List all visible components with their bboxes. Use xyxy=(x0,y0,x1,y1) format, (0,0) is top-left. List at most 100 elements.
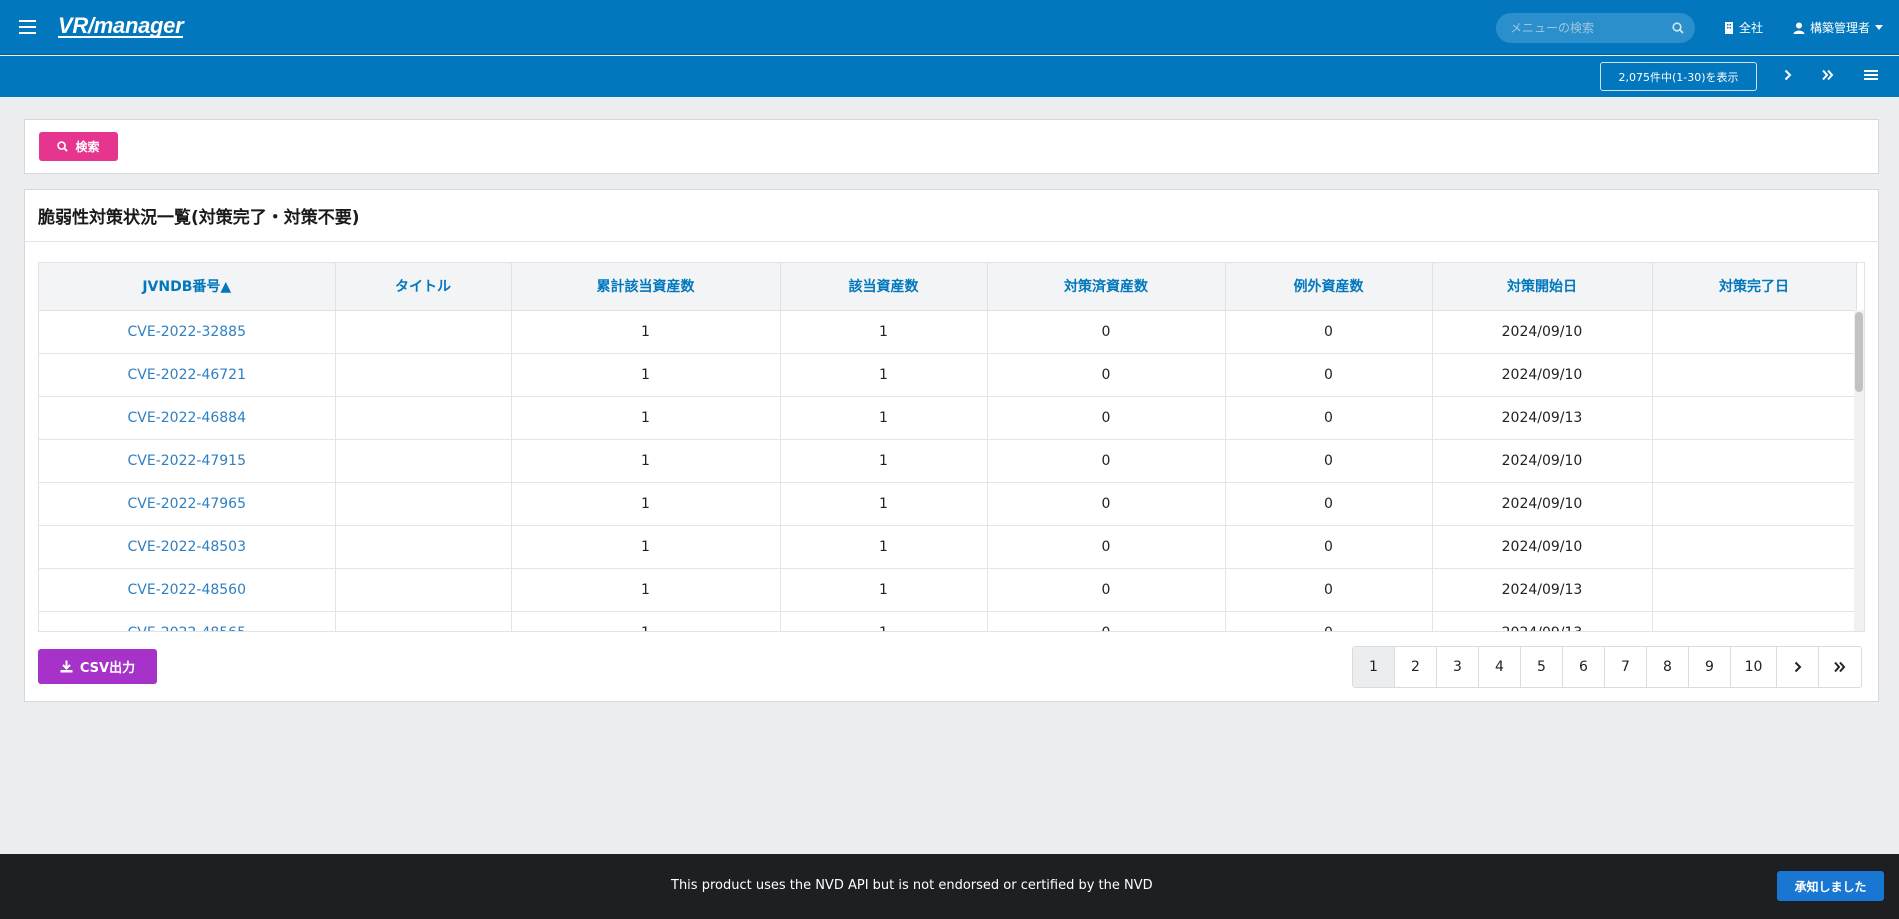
column-header-exception-assets[interactable]: 例外資産数 xyxy=(1225,263,1433,311)
affected-cell: 1 xyxy=(780,611,988,631)
cumulative-cell: 1 xyxy=(511,439,781,483)
page-1-link[interactable]: 1 xyxy=(1353,647,1395,687)
title-cell xyxy=(335,353,512,397)
cumulative-cell: 1 xyxy=(511,353,781,397)
jvndb-link[interactable]: CVE-2022-48565 xyxy=(39,611,336,631)
table-scrollbar-thumb[interactable] xyxy=(1855,312,1863,392)
title-cell xyxy=(335,482,512,526)
list-menu-icon[interactable] xyxy=(1864,66,1878,85)
search-panel xyxy=(24,119,1879,174)
page-7-link[interactable]: 7 xyxy=(1605,647,1647,687)
page-3-link[interactable]: 3 xyxy=(1437,647,1479,687)
menu-search xyxy=(1496,13,1695,43)
cumulative-cell: 1 xyxy=(511,396,781,440)
app-logo[interactable]: VR/manager xyxy=(58,13,184,39)
start-date-cell: 2024/09/13 xyxy=(1432,568,1653,612)
title-cell xyxy=(335,310,512,354)
page-5-link[interactable]: 5 xyxy=(1521,647,1563,687)
affected-cell: 1 xyxy=(780,310,988,354)
table-row: CVE-2022-47965 1 1 0 0 2024/09/10 xyxy=(39,482,1857,526)
affected-cell: 1 xyxy=(780,525,988,569)
page-4-link[interactable]: 4 xyxy=(1479,647,1521,687)
resolved-cell: 0 xyxy=(987,396,1226,440)
start-date-cell: 2024/09/10 xyxy=(1432,310,1653,354)
affected-cell: 1 xyxy=(780,353,988,397)
last-page-icon[interactable] xyxy=(1822,66,1834,85)
page-2-link[interactable]: 2 xyxy=(1395,647,1437,687)
exception-cell: 0 xyxy=(1225,439,1433,483)
user-icon xyxy=(1793,22,1805,34)
exception-cell: 0 xyxy=(1225,525,1433,569)
acknowledge-button[interactable]: 承知しました xyxy=(1777,871,1884,901)
search-button-label: 検索 xyxy=(75,140,100,154)
user-menu[interactable]: 構築管理者 xyxy=(1793,19,1884,36)
caret-down-icon xyxy=(1875,25,1884,30)
page-8-link[interactable]: 8 xyxy=(1647,647,1689,687)
csv-export-label: CSV出力 xyxy=(79,661,136,676)
table-row: CVE-2022-46721 1 1 0 0 2024/09/10 xyxy=(39,353,1857,397)
end-date-cell xyxy=(1652,611,1857,631)
jvndb-link[interactable]: CVE-2022-48560 xyxy=(39,568,336,612)
table-header-row: JVNDB番号▲ タイトル 累計該当資産数 該当資産数 対策済資産数 例外資産数… xyxy=(39,263,1857,311)
record-range-display: 2,075件中(1-30)を表示 xyxy=(1600,62,1757,91)
exception-cell: 0 xyxy=(1225,310,1433,354)
jvndb-link[interactable]: CVE-2022-47965 xyxy=(39,482,336,526)
exception-cell: 0 xyxy=(1225,396,1433,440)
jvndb-link[interactable]: CVE-2022-46721 xyxy=(39,353,336,397)
top-header: VR/manager 全社 構築管理者 xyxy=(0,0,1899,55)
column-header-affected-assets[interactable]: 該当資産数 xyxy=(780,263,988,311)
jvndb-link[interactable]: CVE-2022-48503 xyxy=(39,525,336,569)
table-scrollbar[interactable] xyxy=(1854,310,1864,631)
affected-cell: 1 xyxy=(780,439,988,483)
next-page-icon[interactable] xyxy=(1784,66,1792,85)
search-icon[interactable] xyxy=(1672,22,1684,34)
end-date-cell xyxy=(1652,310,1857,354)
title-cell xyxy=(335,568,512,612)
exception-cell: 0 xyxy=(1225,568,1433,612)
resolved-cell: 0 xyxy=(987,353,1226,397)
scope-selector[interactable]: 全社 xyxy=(1724,19,1763,36)
page-6-link[interactable]: 6 xyxy=(1563,647,1605,687)
end-date-cell xyxy=(1652,353,1857,397)
hamburger-menu-icon[interactable] xyxy=(19,20,36,34)
column-header-cumulative-assets[interactable]: 累計該当資産数 xyxy=(511,263,781,311)
column-header-resolved-assets[interactable]: 対策済資産数 xyxy=(987,263,1226,311)
column-header-end-date[interactable]: 対策完了日 xyxy=(1652,263,1857,311)
affected-cell: 1 xyxy=(780,396,988,440)
table-row: CVE-2022-32885 1 1 0 0 2024/09/10 xyxy=(39,310,1857,354)
cumulative-cell: 1 xyxy=(511,611,781,631)
title-cell xyxy=(335,396,512,440)
resolved-cell: 0 xyxy=(987,310,1226,354)
jvndb-link[interactable]: CVE-2022-32885 xyxy=(39,310,336,354)
column-header-start-date[interactable]: 対策開始日 xyxy=(1432,263,1653,311)
jvndb-link[interactable]: CVE-2022-46884 xyxy=(39,396,336,440)
start-date-cell: 2024/09/10 xyxy=(1432,482,1653,526)
end-date-cell xyxy=(1652,396,1857,440)
pagination: 1 2 3 4 5 6 7 8 9 10 xyxy=(1352,646,1862,688)
start-date-cell: 2024/09/10 xyxy=(1432,525,1653,569)
title-cell xyxy=(335,525,512,569)
vulnerability-table: JVNDB番号▲ タイトル 累計該当資産数 該当資産数 対策済資産数 例外資産数… xyxy=(38,262,1865,632)
page-10-link[interactable]: 10 xyxy=(1731,647,1777,687)
download-icon xyxy=(60,660,73,673)
jvndb-link[interactable]: CVE-2022-47915 xyxy=(39,439,336,483)
title-cell xyxy=(335,611,512,631)
pager-next-icon[interactable] xyxy=(1777,647,1819,687)
page-9-link[interactable]: 9 xyxy=(1689,647,1731,687)
csv-export-button[interactable]: CSV出力 xyxy=(38,649,157,684)
column-header-jvndb[interactable]: JVNDB番号▲ xyxy=(39,263,336,311)
record-range-text: 2,075件中(1-30)を表示 xyxy=(1618,70,1739,84)
start-date-cell: 2024/09/13 xyxy=(1432,396,1653,440)
start-date-cell: 2024/09/13 xyxy=(1432,611,1653,631)
table-row: CVE-2022-48503 1 1 0 0 2024/09/10 xyxy=(39,525,1857,569)
pager-last-icon[interactable] xyxy=(1819,647,1861,687)
search-button[interactable]: 検索 xyxy=(39,132,118,161)
cumulative-cell: 1 xyxy=(511,568,781,612)
affected-cell: 1 xyxy=(780,568,988,612)
menu-search-input[interactable] xyxy=(1510,19,1670,37)
column-header-title[interactable]: タイトル xyxy=(335,263,512,311)
scope-label: 全社 xyxy=(1739,21,1764,35)
end-date-cell xyxy=(1652,439,1857,483)
resolved-cell: 0 xyxy=(987,482,1226,526)
building-icon xyxy=(1725,21,1733,34)
